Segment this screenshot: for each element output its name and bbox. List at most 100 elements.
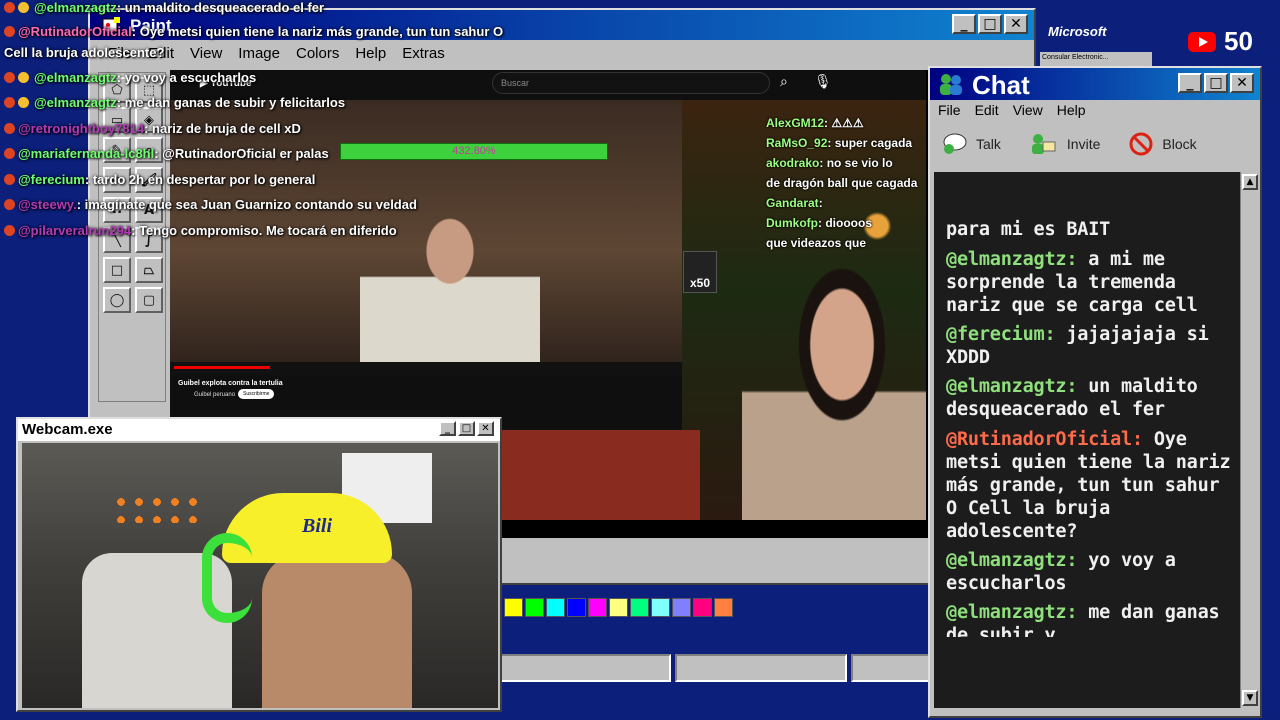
flowers [112,493,202,523]
menu-view[interactable]: View [1013,102,1043,122]
video-progress-bar[interactable] [170,362,682,376]
close-button[interactable]: ✕ [477,421,494,436]
palette-swatch[interactable] [609,598,628,617]
streamer-face [262,553,412,708]
overlay-chat-line: @pilarveralrun294: Tengo compromiso. Me … [4,223,397,238]
palette-swatch[interactable] [504,598,523,617]
cap-text: Bili [302,515,333,537]
badge-icon [18,72,29,83]
menu-extras[interactable]: Extras [394,45,453,62]
chat-message: @elmanzagtz: me dan ganas de subir y [946,602,1220,637]
scroll-up-icon[interactable]: ▲ [1242,174,1258,190]
palette-swatch[interactable] [546,598,565,617]
menu-edit[interactable]: Edit [975,102,999,122]
maximize-button[interactable]: □ [458,421,475,436]
stream-chat-line: Gandarat: [766,196,823,210]
menu-help[interactable]: Help [1057,102,1086,122]
ellipse-icon[interactable]: ◯ [103,287,131,313]
chat-message: @RutinadorOficial: Oye metsi quien tiene… [946,429,1231,542]
overlay-chat-line: @RutinadorOficial: Oye metsi quien tiene… [4,24,503,39]
overlay-chat-line: @steewy.: imagínate que sea Juan Guarniz… [4,197,417,212]
channel-name[interactable]: Guibel peruano [194,392,235,398]
youtube-play-icon [1188,31,1216,52]
rectangle-icon[interactable]: □ [103,257,131,283]
youtube-icon [4,174,15,185]
youtube-icon [4,148,15,159]
maximize-button[interactable]: □ [1204,73,1228,93]
chat-message: para mi es BAIT [946,219,1111,240]
chat-window: Chat _ □ ✕ File Edit View Help Talk Invi… [928,66,1262,718]
block-button[interactable]: Block [1128,132,1197,156]
streamer-person [742,250,926,520]
palette-swatch[interactable] [693,598,712,617]
overlay-chat-line: @mariafernanda-lc8hl: @RutinadorOficial … [4,146,329,161]
minimize-button[interactable]: _ [1178,73,1202,93]
youtube-icon [4,97,15,108]
people-icon [940,74,962,95]
color-palette [504,598,733,620]
palette-swatch[interactable] [672,598,691,617]
maximize-button[interactable]: □ [978,14,1002,34]
chat-toolbar: Talk Invite Block [930,128,1260,160]
stream-chat-line: Dumkofp: dioooos [766,216,872,230]
overlay-chat-line: @elmanzagtz: un maldito desqueacerado el… [4,0,324,15]
chat-message: @elmanzagtz: yo voy a escucharlos [946,550,1176,594]
chat-title-text: Chat [972,70,1030,100]
talk-icon [943,133,967,154]
badge-icon [18,97,29,108]
minimize-button[interactable]: _ [952,14,976,34]
youtube-icon [4,72,15,83]
overlay-chat-line: @retronightboy7814: nariz de bruja de ce… [4,121,301,136]
microsoft-logo: Microsoft [1048,24,1107,39]
polygon-icon[interactable]: ⏢ [135,257,163,283]
palette-swatch[interactable] [651,598,670,617]
menu-file[interactable]: File [938,102,961,122]
overlay-chat-line: @elmanzagtz: yo voy a escucharlos [4,70,256,85]
microphone-icon[interactable]: 🎙 [814,74,832,90]
x50-badge: x50 [683,251,717,293]
search-icon[interactable]: ⌕ [780,74,788,90]
stream-chat-line: AlexGM12: ⚠⚠⚠ [766,116,864,130]
chat-menubar: File Edit View Help [930,102,1100,122]
subscribe-button[interactable]: Suscribirme [238,389,275,399]
stream-chat-line: akodrako: no se vio lo [766,156,893,170]
couch [500,430,700,520]
paint-menubar: File Edit View Image Colors Help Extras [90,40,1034,66]
stream-chat-line: que videazos que [766,236,867,250]
menu-help[interactable]: Help [347,45,394,62]
chat-titlebar[interactable]: Chat _ □ ✕ [930,68,1260,100]
badge-icon [18,2,29,13]
menu-view[interactable]: View [182,45,230,62]
status-cell [500,654,672,682]
invite-button[interactable]: Invite [1029,132,1100,156]
scroll-down-icon[interactable]: ▼ [1242,690,1258,706]
webcam-title-text: Webcam.exe [22,421,113,438]
chat-message: @elmanzagtz: a mi me sorprende la tremen… [946,249,1198,316]
youtube-icon [4,26,15,37]
youtube-icon [4,2,15,13]
stream-chat-line: de dragón ball que cagada [766,176,918,190]
microsoft-subbar: Consular Electronic... [1040,52,1152,66]
menu-colors[interactable]: Colors [288,45,347,62]
palette-swatch[interactable] [567,598,586,617]
palette-swatch[interactable] [630,598,649,617]
video-title: Guibel explota contra la tertulia [178,380,283,387]
close-button[interactable]: ✕ [1004,14,1028,34]
palette-swatch[interactable] [588,598,607,617]
chat-scrollbar[interactable]: ▲ ▼ [1240,172,1258,708]
close-button[interactable]: ✕ [1230,73,1254,93]
palette-swatch[interactable] [714,598,733,617]
green-headset [202,533,252,623]
menu-image[interactable]: Image [230,45,288,62]
youtube-icon [4,123,15,134]
stream-chat-line: RaMsO_92: super cagada [766,136,913,150]
rounded-rect-icon[interactable]: ▢ [135,287,163,313]
talk-button[interactable]: Talk [940,132,1001,156]
overlay-chat-line: @ferecium: tardo 2h en despertar por lo … [4,172,315,187]
overlay-chat-line: Cell la bruja adolescente? [4,45,165,60]
minimize-button[interactable]: _ [439,421,456,436]
webcam-titlebar[interactable]: Webcam.exe _ □ ✕ [18,419,500,441]
overlay-chat-line: @elmanzagtz: me dan ganas de subir y fel… [4,95,345,110]
youtube-search-input[interactable]: Buscar [492,72,770,94]
palette-swatch[interactable] [525,598,544,617]
